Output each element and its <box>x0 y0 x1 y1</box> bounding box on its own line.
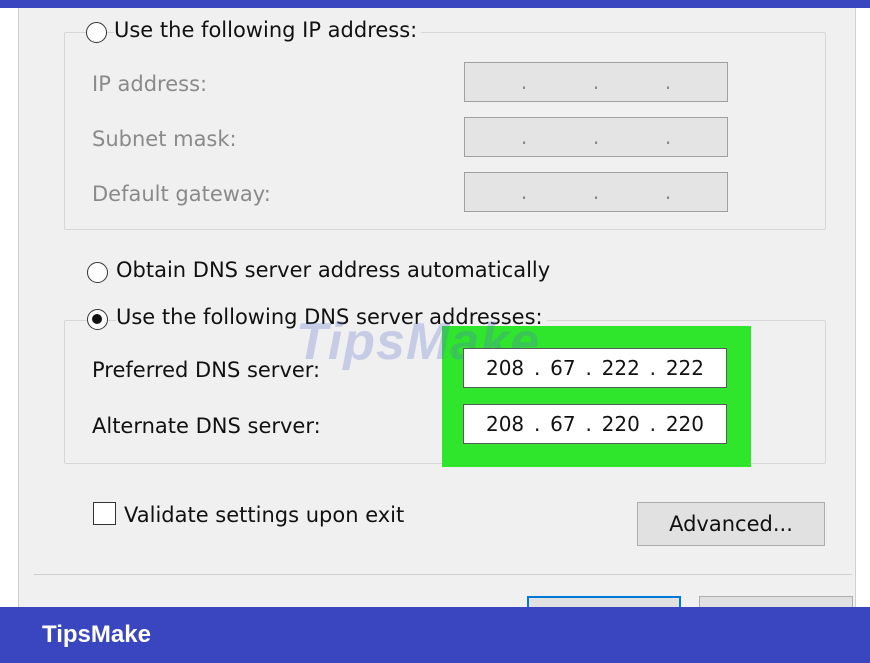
alternate-dns-input[interactable]: 208 . 67 . 220 . 220 <box>463 404 727 444</box>
octet: 67 <box>550 356 576 380</box>
octet: 67 <box>550 412 576 436</box>
use-following-ip-radio[interactable] <box>86 22 107 43</box>
ip-address-input[interactable]: . . . <box>464 62 728 102</box>
octet: 208 <box>485 412 525 436</box>
octet: 222 <box>601 356 640 380</box>
default-gateway-label: Default gateway: <box>92 182 271 206</box>
octet: 208 <box>485 356 525 380</box>
octet-separator: . <box>649 412 656 436</box>
octet-separator: . <box>520 125 528 149</box>
default-gateway-input[interactable]: . . . <box>464 172 728 212</box>
octet-separator: . <box>520 180 528 204</box>
octet-separator: . <box>533 412 541 436</box>
octet-separator: . <box>592 125 600 149</box>
validate-settings-checkbox[interactable] <box>93 502 116 525</box>
octet-separator: . <box>585 412 592 436</box>
subnet-mask-input[interactable]: . . . <box>464 117 728 157</box>
obtain-dns-auto-label: Obtain DNS server address automatically <box>116 258 551 282</box>
octet-separator: . <box>649 356 656 380</box>
octet-separator: . <box>520 70 528 94</box>
octet-separator: . <box>592 70 600 94</box>
alternate-dns-label: Alternate DNS server: <box>92 414 321 438</box>
preferred-dns-input[interactable]: 208 . 67 . 222 . 222 <box>463 348 727 388</box>
validate-settings-label: Validate settings upon exit <box>124 503 405 527</box>
octet-separator: . <box>585 356 592 380</box>
use-following-dns-radio[interactable] <box>87 309 108 330</box>
octet-separator: . <box>533 356 541 380</box>
octet-separator: . <box>664 180 672 204</box>
ip-address-label: IP address: <box>92 72 208 96</box>
octet-separator: . <box>592 180 600 204</box>
obtain-dns-auto-radio[interactable] <box>87 262 108 283</box>
footer-banner: TipsMake <box>0 607 870 663</box>
dialog-separator <box>34 574 852 575</box>
preferred-dns-label: Preferred DNS server: <box>92 358 321 382</box>
footer-brand: TipsMake <box>42 621 151 648</box>
subnet-mask-label: Subnet mask: <box>92 127 237 151</box>
octet: 222 <box>665 356 704 380</box>
octet: 220 <box>665 412 704 436</box>
octet-separator: . <box>664 70 672 94</box>
top-frame-bar <box>0 0 870 8</box>
octet: 220 <box>601 412 640 436</box>
advanced-button[interactable]: Advanced... <box>637 502 825 546</box>
use-following-ip-label: Use the following IP address: <box>114 18 422 42</box>
octet-separator: . <box>664 125 672 149</box>
